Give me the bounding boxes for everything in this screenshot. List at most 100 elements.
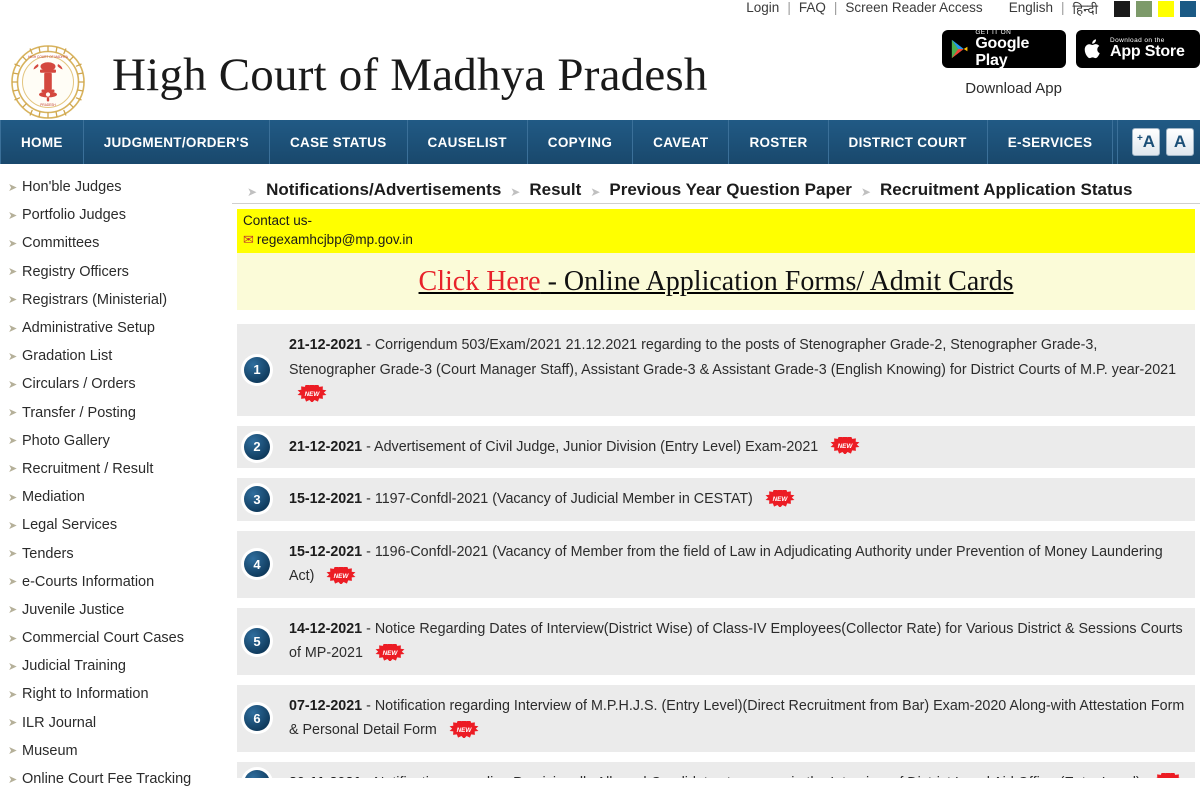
notification-body: - 1196-Confdl-2021 (Vacancy of Member fr… — [289, 543, 1163, 585]
sidebar-item-registrars-ministerial[interactable]: ➤ Registrars (Ministerial) — [8, 286, 232, 314]
sidebar-item-mediation[interactable]: ➤ Mediation — [8, 483, 232, 511]
sidebar-item-gradation-list[interactable]: ➤ Gradation List — [8, 342, 232, 370]
sidebar-item-recruitment-result[interactable]: ➤ Recruitment / Result — [8, 455, 232, 483]
sub-navigation-tabs: ➤ Notifications/Advertisements ➤ Result … — [232, 168, 1200, 204]
nav-item-judgment-orders[interactable]: JUDGMENT/ORDER'S — [84, 120, 270, 164]
notification-row[interactable]: 7 30-11-2021 - Notification regarding Pr… — [237, 761, 1195, 779]
google-play-icon — [951, 39, 968, 59]
notification-date: 30-11-2021 — [289, 775, 361, 779]
sidebar-item-photo-gallery[interactable]: ➤ Photo Gallery — [8, 427, 232, 455]
sidebar-item-transfer-posting[interactable]: ➤ Transfer / Posting — [8, 399, 232, 427]
nav-item-district-court[interactable]: DISTRICT COURT — [829, 120, 988, 164]
nav-item-causelist[interactable]: CAUSELIST — [408, 120, 528, 164]
bullet-arrow-icon: ➤ — [8, 519, 18, 532]
contact-email-link[interactable]: regexamhcjbp@mp.gov.in — [257, 232, 413, 247]
main-navigation: HOME JUDGMENT/ORDER'S CASE STATUS CAUSEL… — [0, 120, 1200, 164]
notification-row[interactable]: 5 14-12-2021 - Notice Regarding Dates of… — [237, 607, 1195, 675]
contact-email-row: ✉ regexamhcjbp@mp.gov.in — [243, 232, 1195, 248]
new-badge-icon: NEW — [324, 566, 358, 584]
faq-link[interactable]: FAQ — [799, 0, 826, 15]
nav-item-roster[interactable]: ROSTER — [729, 120, 829, 164]
sidebar-item-judicial-training[interactable]: ➤ Judicial Training — [8, 652, 232, 680]
site-header: HIGH COURT OF MADHYA PRADESH High Court … — [0, 22, 1200, 120]
theme-color-swatches — [1114, 0, 1196, 17]
normal-font-size-button[interactable]: A — [1166, 128, 1194, 156]
contact-us-heading: Contact us- — [243, 213, 313, 228]
svg-text:NEW: NEW — [382, 650, 398, 657]
nav-item-caveat[interactable]: CAVEAT — [633, 120, 730, 164]
notification-row[interactable]: 2 21-12-2021 - Advertisement of Civil Ju… — [237, 425, 1195, 468]
language-hindi-link[interactable]: हिन्दी — [1072, 0, 1098, 18]
sidebar-item-circulars-orders[interactable]: ➤ Circulars / Orders — [8, 370, 232, 398]
bullet-arrow-icon: ➤ — [8, 773, 18, 786]
nav-item-case-status[interactable]: CASE STATUS — [270, 120, 408, 164]
sidebar-item-museum[interactable]: ➤ Museum — [8, 737, 232, 765]
nav-item-e-services[interactable]: E-SERVICES — [988, 120, 1114, 164]
login-link[interactable]: Login — [746, 0, 779, 15]
sidebar-item-label: Mediation — [22, 489, 85, 506]
sidebar-item-online-court-fee-tracking[interactable]: ➤ Online Court Fee Tracking — [8, 765, 232, 793]
notification-body: - Notification regarding Provisionally A… — [361, 775, 1144, 779]
svg-text:NEW: NEW — [456, 727, 472, 734]
sidebar-item-right-to-information[interactable]: ➤ Right to Information — [8, 680, 232, 708]
new-badge-icon: NEW — [763, 489, 797, 507]
sidebar-item-commercial-court-cases[interactable]: ➤ Commercial Court Cases — [8, 624, 232, 652]
sidebar-item-ecourts-information[interactable]: ➤ e-Courts Information — [8, 568, 232, 596]
sidebar-item-committees[interactable]: ➤ Committees — [8, 229, 232, 257]
new-badge-icon: NEW — [295, 384, 329, 402]
notification-number-badge: 6 — [244, 705, 270, 731]
google-play-badge[interactable]: GET IT ON Google Play — [942, 29, 1066, 68]
click-here-link[interactable]: Click Here - Online Application Forms/ A… — [419, 266, 1014, 298]
notification-date: 14-12-2021 — [289, 620, 363, 637]
apple-logo-icon — [1084, 39, 1100, 59]
notification-row[interactable]: 1 21-12-2021 - Corrigendum 503/Exam/2021… — [237, 324, 1195, 416]
notification-row[interactable]: 3 15-12-2021 - 1197-Confdl-2021 (Vacancy… — [237, 478, 1195, 521]
sidebar-item-label: Registry Officers — [22, 263, 129, 280]
utility-separator-1: | — [787, 0, 791, 15]
new-badge-icon: NEW — [447, 720, 481, 738]
sidebar-item-label: Right to Information — [22, 686, 149, 703]
sidebar-item-ilr-journal[interactable]: ➤ ILR Journal — [8, 709, 232, 737]
notification-number-badge: 5 — [244, 628, 270, 654]
notifications-list: 1 21-12-2021 - Corrigendum 503/Exam/2021… — [237, 324, 1195, 778]
tab-notifications-advertisements[interactable]: Notifications/Advertisements — [266, 180, 501, 203]
swatch-black[interactable] — [1114, 1, 1130, 17]
tab-result[interactable]: Result — [529, 180, 581, 203]
sidebar-item-portfolio-judges[interactable]: ➤ Portfolio Judges — [8, 201, 232, 229]
sidebar-item-label: Museum — [22, 742, 78, 759]
sidebar-item-label: Tenders — [22, 545, 74, 562]
increase-font-size-button[interactable]: + A — [1132, 128, 1160, 156]
swatch-yellow[interactable] — [1158, 1, 1174, 17]
sidebar-item-honble-judges[interactable]: ➤ Hon'ble Judges — [8, 173, 232, 201]
tab-previous-year-question-paper[interactable]: Previous Year Question Paper — [609, 180, 852, 203]
sidebar-item-juvenile-justice[interactable]: ➤ Juvenile Justice — [8, 596, 232, 624]
notification-row[interactable]: 6 07-12-2021 - Notification regarding In… — [237, 684, 1195, 752]
screen-reader-access-link[interactable]: Screen Reader Access — [845, 0, 982, 15]
notification-row[interactable]: 4 15-12-2021 - 1196-Confdl-2021 (Vacancy… — [237, 530, 1195, 598]
sidebar-item-label: Recruitment / Result — [22, 460, 154, 477]
notification-text: 14-12-2021 - Notice Regarding Dates of I… — [289, 617, 1185, 666]
sidebar-item-registry-officers[interactable]: ➤ Registry Officers — [8, 258, 232, 286]
bullet-arrow-icon: ➤ — [8, 266, 18, 279]
app-store-label: App Store — [1110, 43, 1185, 61]
nav-item-home[interactable]: HOME — [0, 120, 84, 164]
app-store-badge[interactable]: Download on the App Store — [1076, 30, 1200, 68]
nav-item-copying[interactable]: COPYING — [528, 120, 634, 164]
click-here-red-text: Click Here — [418, 265, 541, 297]
swatch-blue[interactable] — [1180, 1, 1196, 17]
sidebar-item-label: Hon'ble Judges — [22, 179, 122, 196]
bullet-arrow-icon: ➤ — [8, 688, 18, 701]
swatch-green[interactable] — [1136, 1, 1152, 17]
app-store-badges: GET IT ON Google Play Download on the Ap… — [942, 29, 1200, 68]
language-english-link[interactable]: English — [1009, 0, 1053, 15]
utility-bar: Login | FAQ | Screen Reader Access Engli… — [0, 0, 1200, 22]
court-emblem-icon: HIGH COURT OF MADHYA PRADESH — [10, 44, 86, 120]
tab-recruitment-application-status[interactable]: Recruitment Application Status — [880, 180, 1133, 203]
sidebar-item-legal-services[interactable]: ➤ Legal Services — [8, 511, 232, 539]
svg-text:NEW: NEW — [838, 443, 854, 450]
sidebar-item-label: Registrars (Ministerial) — [22, 291, 168, 308]
sidebar-item-tenders[interactable]: ➤ Tenders — [8, 539, 232, 567]
plus-sign-icon: + — [1136, 132, 1143, 144]
sidebar-item-administrative-setup[interactable]: ➤ Administrative Setup — [8, 314, 232, 342]
sidebar-item-label: Circulars / Orders — [22, 376, 136, 393]
